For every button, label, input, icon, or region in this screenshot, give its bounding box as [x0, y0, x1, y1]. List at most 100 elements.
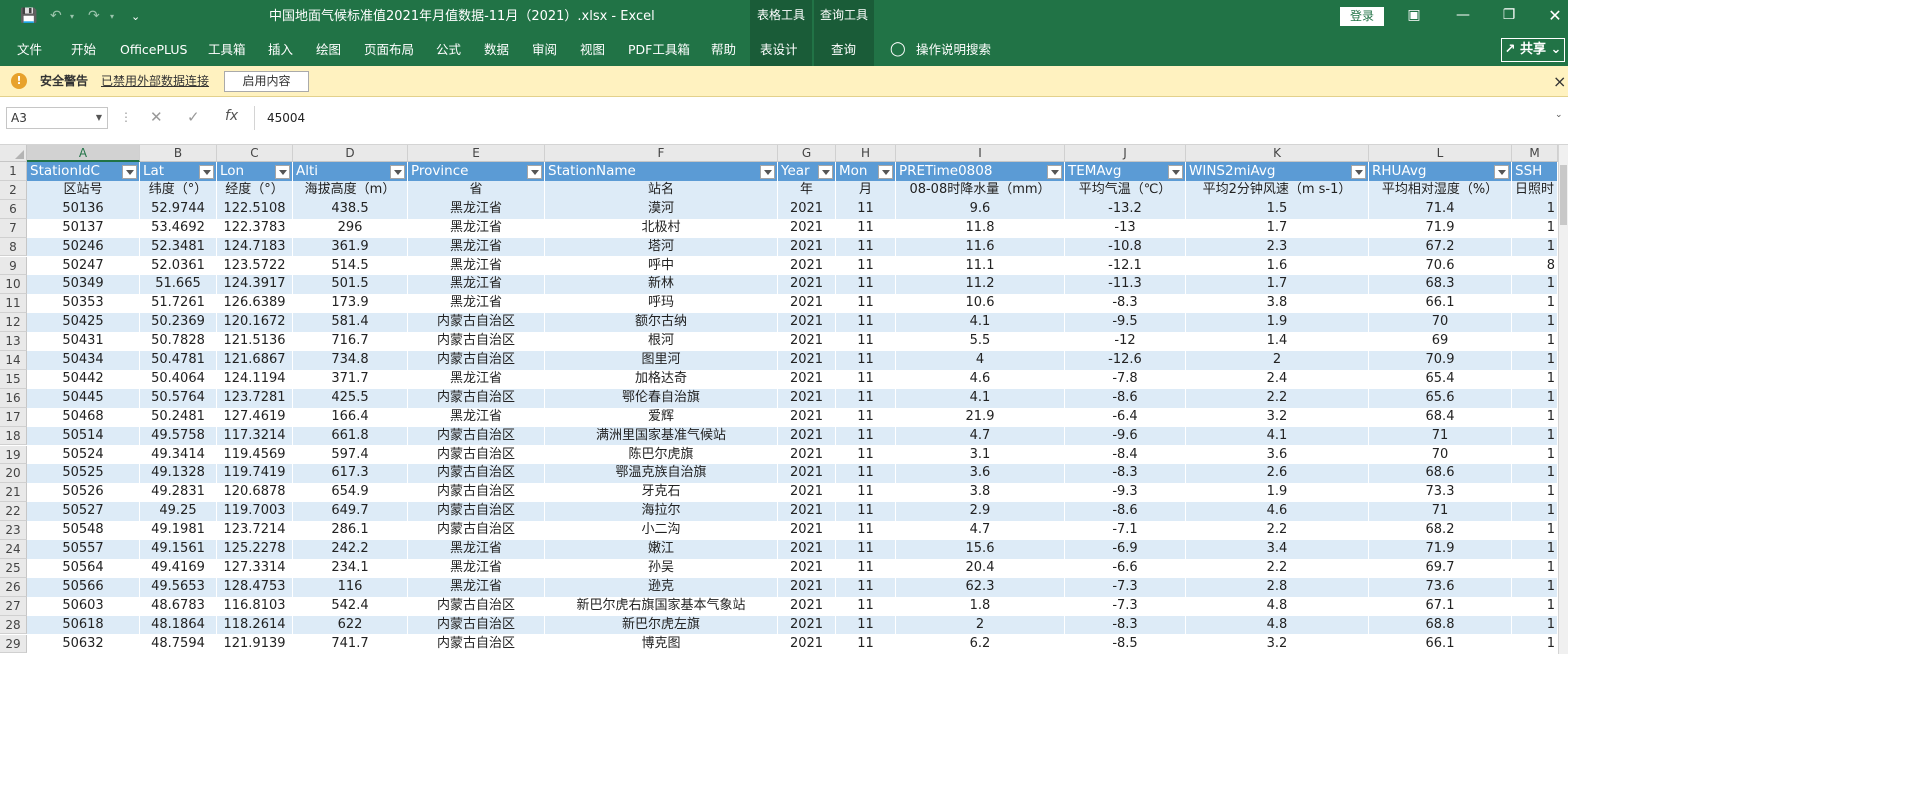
table-cell[interactable]: 50.7828: [140, 332, 217, 351]
table-cell[interactable]: 50566: [27, 577, 140, 597]
row-header[interactable]: 22: [0, 502, 27, 522]
row-header[interactable]: 29: [0, 634, 27, 654]
column-header-a[interactable]: A: [27, 145, 140, 162]
table-cell[interactable]: 661.8: [293, 426, 408, 446]
table-cell[interactable]: 52.0361: [140, 256, 217, 276]
table-cell[interactable]: 11: [836, 351, 896, 370]
row-header[interactable]: 11: [0, 294, 27, 314]
table-cell[interactable]: 50431: [27, 332, 140, 351]
table-cell[interactable]: 3.1: [896, 445, 1065, 465]
table-cell[interactable]: 内蒙古自治区: [408, 464, 545, 484]
table-cell[interactable]: 2021: [778, 445, 836, 465]
enter-formula-icon[interactable]: ✓: [187, 108, 200, 126]
table-cell[interactable]: -10.8: [1065, 237, 1186, 257]
table-cell[interactable]: 51.7261: [140, 294, 217, 314]
table-cell[interactable]: 4.8: [1186, 615, 1369, 635]
table-cell[interactable]: 716.7: [293, 332, 408, 351]
table-cell[interactable]: 陈巴尔虎旗: [545, 445, 778, 465]
header-cell-province[interactable]: Province: [408, 162, 545, 181]
table-cell[interactable]: 50.4781: [140, 351, 217, 370]
table-cell[interactable]: -9.3: [1065, 483, 1186, 503]
table-cell[interactable]: -12.6: [1065, 351, 1186, 370]
enable-content-button[interactable]: 启用内容: [224, 71, 309, 92]
table-cell[interactable]: 11: [836, 275, 896, 295]
table-cell[interactable]: 50527: [27, 502, 140, 522]
table-cell[interactable]: 501.5: [293, 275, 408, 295]
table-cell[interactable]: 2.2: [1186, 521, 1369, 540]
table-cell[interactable]: 11: [836, 558, 896, 578]
table-cell[interactable]: 1.7: [1186, 218, 1369, 238]
table-cell[interactable]: 鄂温克族自治旗: [545, 464, 778, 484]
table-cell[interactable]: 1: [1512, 332, 1558, 351]
column-header-j[interactable]: J: [1065, 145, 1186, 162]
table-cell[interactable]: 127.4619: [217, 407, 293, 427]
table-cell[interactable]: 126.6389: [217, 294, 293, 314]
table-cell[interactable]: 11: [836, 218, 896, 238]
row-header[interactable]: 21: [0, 483, 27, 503]
tab-file[interactable]: 文件: [17, 33, 42, 66]
table-cell[interactable]: 741.7: [293, 634, 408, 654]
table-cell[interactable]: -9.5: [1065, 313, 1186, 333]
vertical-scrollbar[interactable]: [1558, 145, 1568, 654]
table-cell[interactable]: 内蒙古自治区: [408, 615, 545, 635]
table-cell[interactable]: 2021: [778, 596, 836, 616]
insert-function-icon[interactable]: fx: [225, 108, 238, 124]
table-cell[interactable]: 11: [836, 445, 896, 465]
table-cell[interactable]: 734.8: [293, 351, 408, 370]
table-cell[interactable]: 67.2: [1369, 237, 1512, 257]
table-cell[interactable]: 49.4169: [140, 558, 217, 578]
table-cell[interactable]: 塔河: [545, 237, 778, 257]
table-cell[interactable]: 70.6: [1369, 256, 1512, 276]
table-cell[interactable]: 1: [1512, 218, 1558, 238]
table-cell[interactable]: 博克图: [545, 634, 778, 654]
table-cell[interactable]: 121.6867: [217, 351, 293, 370]
tab-table-design[interactable]: 表设计: [760, 33, 798, 66]
row-header[interactable]: 6: [0, 199, 27, 219]
table-cell[interactable]: 1: [1512, 426, 1558, 446]
table-cell[interactable]: -8.4: [1065, 445, 1186, 465]
table-cell[interactable]: 1.9: [1186, 483, 1369, 503]
table-cell[interactable]: 11: [836, 313, 896, 333]
table-cell[interactable]: 68.2: [1369, 521, 1512, 540]
table-cell[interactable]: 617.3: [293, 464, 408, 484]
table-cell[interactable]: 1.8: [896, 596, 1065, 616]
table-cell[interactable]: 11: [836, 615, 896, 635]
table-cell[interactable]: 117.3214: [217, 426, 293, 446]
table-cell[interactable]: 2.2: [1186, 388, 1369, 408]
table-cell[interactable]: -7.3: [1065, 596, 1186, 616]
table-cell[interactable]: 68.4: [1369, 407, 1512, 427]
table-cell[interactable]: 118.2614: [217, 615, 293, 635]
table-cell[interactable]: 嫩江: [545, 540, 778, 559]
table-cell[interactable]: 123.7214: [217, 521, 293, 540]
table-cell[interactable]: 图里河: [545, 351, 778, 370]
table-cell[interactable]: 50.2369: [140, 313, 217, 333]
column-header-i[interactable]: I: [896, 145, 1065, 162]
table-cell[interactable]: 65.6: [1369, 388, 1512, 408]
row-header[interactable]: 23: [0, 521, 27, 540]
table-cell[interactable]: -13: [1065, 218, 1186, 238]
column-header-k[interactable]: K: [1186, 145, 1369, 162]
worksheet-grid[interactable]: A B C D E F G H I J K L M 1 2 6 7 8 9 10 11 12 13 14 15 16 17 18 19 2…: [0, 145, 1568, 654]
table-cell[interactable]: 11: [836, 577, 896, 597]
table-cell[interactable]: 49.1561: [140, 540, 217, 559]
table-cell[interactable]: 62.3: [896, 577, 1065, 597]
table-cell[interactable]: 50618: [27, 615, 140, 635]
table-cell[interactable]: 49.5653: [140, 577, 217, 597]
table-cell[interactable]: 116.8103: [217, 596, 293, 616]
table-cell[interactable]: 2021: [778, 634, 836, 654]
table-cell[interactable]: 124.3917: [217, 275, 293, 295]
table-cell[interactable]: 66.1: [1369, 294, 1512, 314]
table-cell[interactable]: 1: [1512, 596, 1558, 616]
table-cell[interactable]: 1: [1512, 407, 1558, 427]
tell-me-search[interactable]: 操作说明搜索: [916, 33, 991, 66]
select-all-corner[interactable]: [0, 145, 27, 162]
table-cell[interactable]: 新巴尔虎左旗: [545, 615, 778, 635]
name-box[interactable]: A3 ▼: [6, 107, 108, 129]
redo-icon[interactable]: ↷: [88, 0, 100, 33]
share-button[interactable]: ↗ 共享 ⌄: [1501, 38, 1565, 62]
table-cell[interactable]: 50353: [27, 294, 140, 314]
table-cell[interactable]: 新林: [545, 275, 778, 295]
table-cell[interactable]: 425.5: [293, 388, 408, 408]
table-cell[interactable]: 内蒙古自治区: [408, 332, 545, 351]
row-header[interactable]: 20: [0, 464, 27, 484]
